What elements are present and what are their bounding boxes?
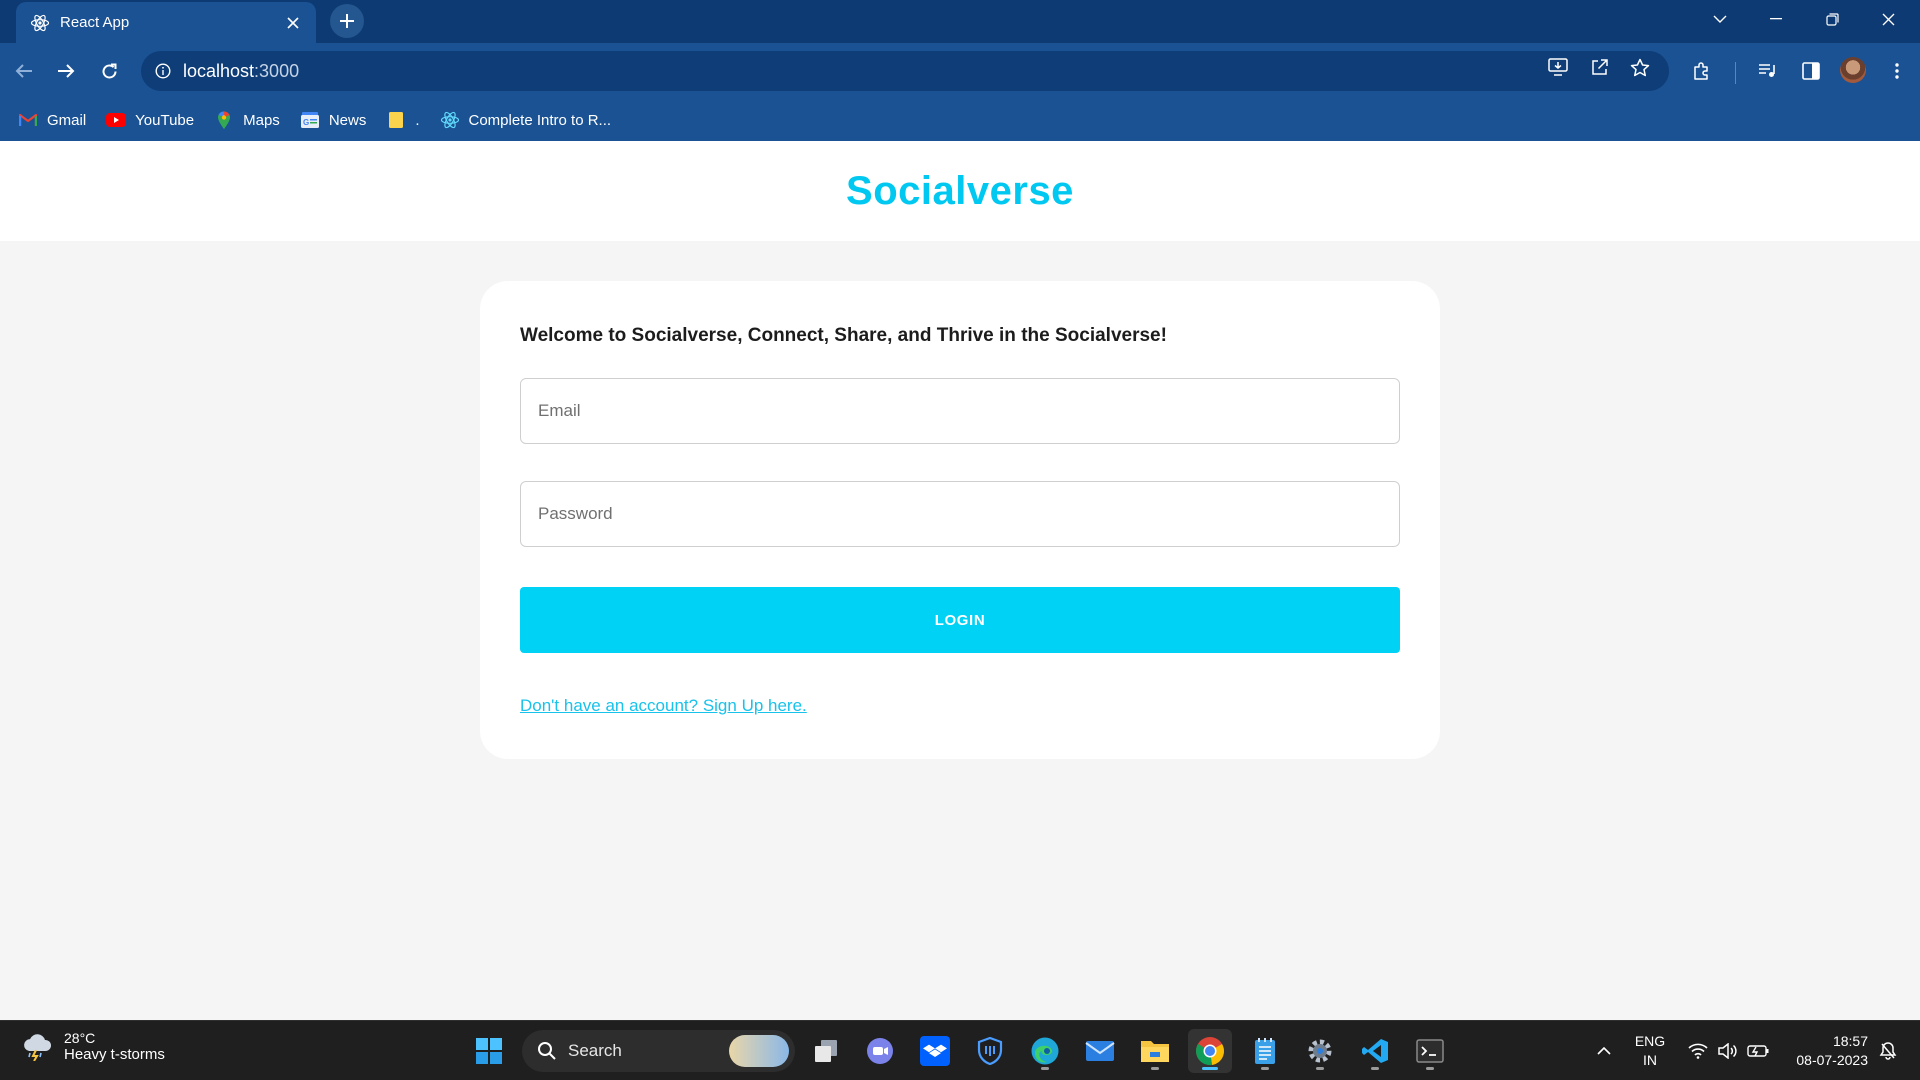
new-tab-button[interactable] bbox=[330, 4, 364, 38]
maps-icon bbox=[214, 110, 234, 130]
youtube-icon bbox=[106, 110, 127, 130]
media-controls-icon[interactable] bbox=[1754, 57, 1782, 85]
input-language[interactable]: ENG IN bbox=[1632, 1032, 1668, 1070]
side-panel-icon[interactable] bbox=[1797, 57, 1825, 85]
edge-browser-icon[interactable] bbox=[1023, 1029, 1067, 1073]
vscode-icon[interactable] bbox=[1353, 1029, 1397, 1073]
bookmark-gmail[interactable]: Gmail bbox=[18, 105, 86, 135]
svg-text:G: G bbox=[303, 118, 309, 127]
news-icon: G bbox=[300, 110, 320, 130]
lang-code: ENG bbox=[1634, 1033, 1666, 1049]
running-indicator bbox=[1261, 1067, 1269, 1070]
restore-icon[interactable] bbox=[1804, 0, 1860, 38]
url-text: localhost:3000 bbox=[183, 60, 300, 81]
dropbox-icon[interactable] bbox=[913, 1029, 957, 1073]
bookmark-label: News bbox=[328, 111, 367, 129]
taskbar-search[interactable]: Search bbox=[522, 1030, 795, 1072]
teams-chat-icon[interactable] bbox=[858, 1029, 902, 1073]
running-indicator bbox=[1041, 1067, 1049, 1070]
weather-desc: Heavy t-storms bbox=[64, 1045, 165, 1063]
reload-button[interactable] bbox=[94, 56, 124, 86]
clock-date: 08-07-2023 bbox=[1796, 1052, 1868, 1068]
back-button[interactable] bbox=[9, 56, 39, 86]
search-label: Search bbox=[568, 1041, 622, 1060]
folder-note-icon bbox=[386, 110, 406, 130]
bookmark-label: Gmail bbox=[47, 111, 87, 129]
chrome-icon[interactable] bbox=[1188, 1029, 1232, 1073]
battery-icon[interactable] bbox=[1744, 1021, 1772, 1080]
mail-icon[interactable] bbox=[1078, 1029, 1122, 1073]
brand-title[interactable]: Socialverse bbox=[846, 169, 1074, 214]
bookmark-news[interactable]: G News bbox=[300, 105, 367, 135]
volume-icon[interactable] bbox=[1714, 1021, 1742, 1080]
browser-tab-bar: React App bbox=[0, 0, 1920, 43]
login-card: Welcome to Socialverse, Connect, Share, … bbox=[480, 281, 1440, 759]
lang-region: IN bbox=[1643, 1052, 1657, 1068]
forward-button[interactable] bbox=[51, 56, 81, 86]
storm-cloud-icon bbox=[20, 1029, 54, 1063]
tab-react-app[interactable]: React App bbox=[16, 2, 316, 43]
toolbar-separator bbox=[1735, 62, 1736, 84]
share-icon[interactable] bbox=[1585, 53, 1613, 81]
task-view-icon[interactable] bbox=[804, 1029, 848, 1073]
close-tab-icon[interactable] bbox=[284, 14, 302, 32]
running-indicator bbox=[1371, 1067, 1379, 1070]
bookmark-youtube[interactable]: YouTube bbox=[106, 105, 194, 135]
bookmark-star-icon[interactable] bbox=[1626, 53, 1654, 81]
page-viewport: Socialverse Welcome to Socialverse, Conn… bbox=[0, 141, 1920, 1020]
bookmark-label: . bbox=[415, 111, 420, 129]
search-highlight-icon bbox=[729, 1035, 789, 1067]
search-icon bbox=[536, 1040, 558, 1062]
bookmark-label: Complete Intro to R... bbox=[468, 111, 612, 129]
welcome-text: Welcome to Socialverse, Connect, Share, … bbox=[520, 325, 1167, 346]
signup-link[interactable]: Don't have an account? Sign Up here. bbox=[520, 696, 807, 716]
extensions-icon[interactable] bbox=[1688, 57, 1716, 85]
browser-toolbar: localhost:3000 bbox=[0, 43, 1920, 99]
bookmark-note[interactable]: . bbox=[386, 105, 420, 135]
gmail-icon bbox=[18, 110, 38, 130]
bookmark-label: Maps bbox=[243, 111, 280, 129]
system-clock[interactable]: 18:57 08-07-2023 bbox=[1780, 1032, 1868, 1070]
address-bar[interactable]: localhost:3000 bbox=[141, 51, 1669, 91]
password-field[interactable] bbox=[520, 481, 1400, 547]
profile-avatar[interactable] bbox=[1840, 57, 1866, 83]
running-indicator bbox=[1426, 1067, 1434, 1070]
wifi-icon[interactable] bbox=[1684, 1021, 1712, 1080]
install-app-icon[interactable] bbox=[1544, 53, 1572, 81]
bookmark-label: YouTube bbox=[135, 111, 195, 129]
login-button[interactable]: LOGIN bbox=[520, 587, 1400, 653]
weather-temp: 28°C bbox=[64, 1029, 96, 1046]
chevron-up-icon[interactable] bbox=[1590, 1021, 1618, 1080]
settings-gear-icon[interactable] bbox=[1298, 1029, 1342, 1073]
notification-bell-icon[interactable] bbox=[1874, 1021, 1902, 1080]
weather-widget[interactable]: 28°C Heavy t-storms bbox=[20, 1029, 165, 1063]
windows-taskbar: 28°C Heavy t-storms Search ENG IN 18:57 … bbox=[0, 1020, 1920, 1080]
bookmark-complete-intro[interactable]: Complete Intro to R... bbox=[440, 105, 612, 135]
file-explorer-icon[interactable] bbox=[1133, 1029, 1177, 1073]
browser-menu-icon[interactable] bbox=[1883, 57, 1911, 85]
tab-title: React App bbox=[60, 14, 130, 31]
defender-shield-icon[interactable] bbox=[968, 1029, 1012, 1073]
bookmarks-bar: Gmail YouTube Maps G News . Complete Int… bbox=[0, 99, 1920, 141]
site-info-icon[interactable] bbox=[153, 61, 173, 81]
active-indicator bbox=[1202, 1067, 1218, 1070]
minimize-icon[interactable] bbox=[1748, 0, 1804, 38]
terminal-icon[interactable] bbox=[1408, 1029, 1452, 1073]
tab-search-icon[interactable] bbox=[1692, 0, 1748, 38]
running-indicator bbox=[1316, 1067, 1324, 1070]
email-field[interactable] bbox=[520, 378, 1400, 444]
clock-time: 18:57 bbox=[1832, 1033, 1868, 1049]
react-icon bbox=[440, 110, 460, 130]
bookmark-maps[interactable]: Maps bbox=[214, 105, 280, 135]
notepad-icon[interactable] bbox=[1243, 1029, 1287, 1073]
close-window-icon[interactable] bbox=[1860, 0, 1916, 38]
start-button[interactable] bbox=[467, 1029, 511, 1073]
react-icon bbox=[30, 13, 50, 33]
running-indicator bbox=[1151, 1067, 1159, 1070]
app-header: Socialverse bbox=[0, 141, 1920, 241]
